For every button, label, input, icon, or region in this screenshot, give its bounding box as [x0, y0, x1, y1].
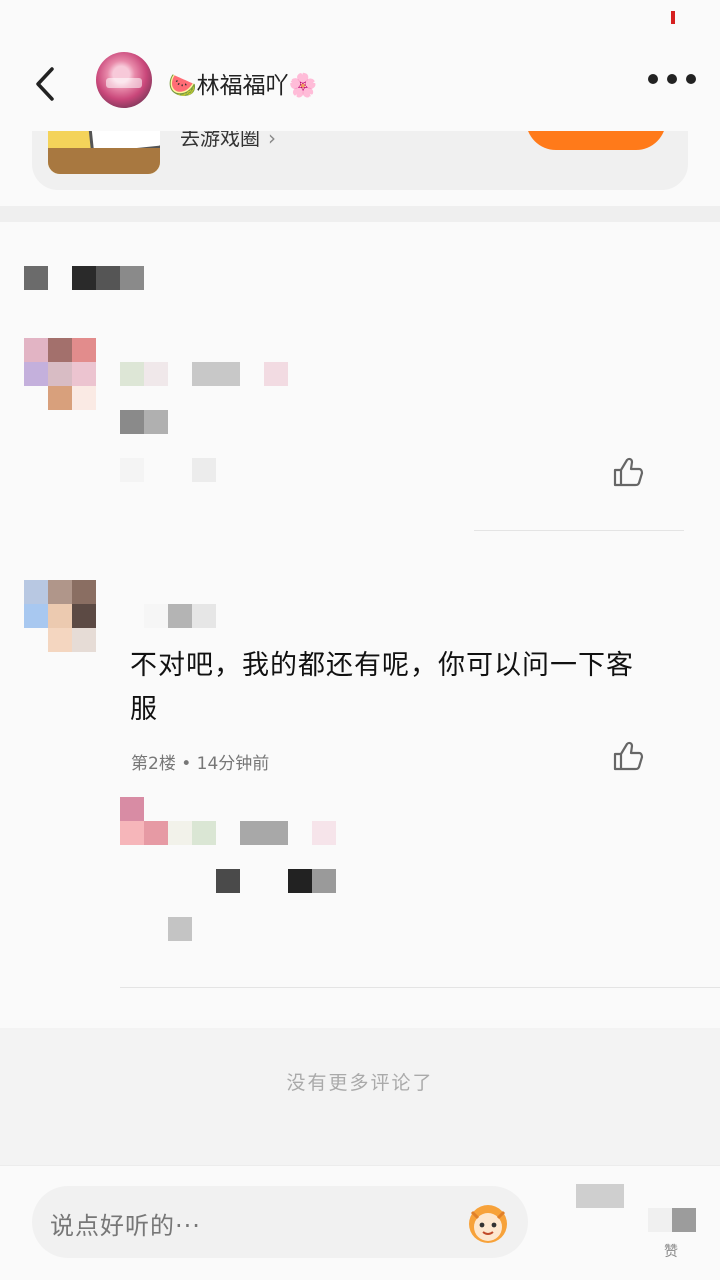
comment-text: 不对吧，我的都还有呢，你可以问一下客服 — [130, 650, 634, 725]
more-dot — [667, 74, 677, 84]
more-button[interactable] — [648, 74, 696, 84]
section-divider — [0, 206, 720, 222]
user-avatar[interactable] — [96, 52, 152, 108]
back-button[interactable] — [30, 66, 64, 102]
action-icon-pixelated[interactable] — [576, 1184, 624, 1208]
username[interactable]: 🍉林福福吖🌸 — [168, 66, 317, 100]
like-button[interactable] — [612, 740, 644, 772]
like-count-pixelated — [672, 1208, 696, 1232]
like-button[interactable] — [612, 456, 644, 488]
emoji-face-icon — [469, 1205, 507, 1243]
thumbs-up-icon — [613, 741, 644, 771]
comment-separator — [474, 530, 684, 531]
thumbs-up-icon — [613, 457, 644, 487]
bottom-input-bar: 说点好听的··· — [0, 1165, 720, 1280]
comment-input-placeholder: 说点好听的··· — [50, 1212, 201, 1240]
status-indicator — [671, 11, 675, 24]
more-dot — [648, 74, 658, 84]
like-count-pixelated — [648, 1208, 672, 1232]
comments-footer — [0, 1028, 720, 1166]
emoji-button[interactable] — [464, 1200, 514, 1246]
more-dot — [686, 74, 696, 84]
back-arrow-icon — [36, 67, 54, 101]
top-header: 🍉林福福吖🌸 — [0, 36, 720, 131]
no-more-comments: 没有更多评论了 — [286, 1072, 434, 1094]
like-label[interactable]: 赞 — [664, 1241, 678, 1261]
comment-separator — [120, 987, 720, 988]
comment-meta: 第2楼 • 14分钟前 — [131, 754, 270, 774]
comment-input[interactable]: 说点好听的··· — [32, 1186, 528, 1258]
